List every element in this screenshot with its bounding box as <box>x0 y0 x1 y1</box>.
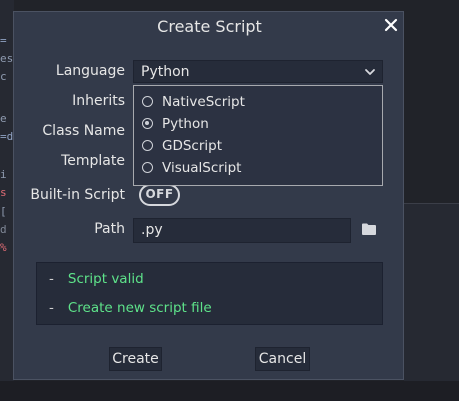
path-label: Path <box>94 221 125 237</box>
create-script-dialog: Create Script Language Python Inherits C… <box>13 11 404 380</box>
status-script-valid: - Script valid <box>49 271 144 287</box>
radio-icon <box>142 162 153 173</box>
option-label: GDScript <box>162 138 223 154</box>
template-label: Template <box>61 153 125 169</box>
close-icon[interactable] <box>381 15 401 35</box>
chevron-down-icon <box>365 69 375 75</box>
radio-icon <box>142 96 153 107</box>
language-option-python[interactable]: Python <box>142 114 209 134</box>
dialog-title: Create Script <box>157 17 262 36</box>
language-value: Python <box>141 64 190 80</box>
status-dash: - <box>49 300 54 316</box>
editor-bottom-bar <box>0 381 459 401</box>
language-label: Language <box>55 63 125 79</box>
language-option-visualscript[interactable]: VisualScript <box>142 158 241 178</box>
builtin-script-toggle[interactable]: OFF <box>139 184 180 206</box>
create-button[interactable]: Create <box>109 347 162 371</box>
builtin-script-label: Built-in Script <box>30 187 125 203</box>
cancel-button[interactable]: Cancel <box>255 347 310 371</box>
folder-icon[interactable] <box>362 223 376 235</box>
class-name-label: Class Name <box>42 123 125 139</box>
language-select[interactable]: Python <box>133 60 383 83</box>
status-text: Script valid <box>67 271 144 287</box>
status-create-file: - Create new script file <box>49 300 212 316</box>
option-label: Python <box>162 116 209 132</box>
status-text: Create new script file <box>67 300 212 316</box>
option-label: NativeScript <box>162 94 245 110</box>
language-dropdown: NativeScript Python GDScript VisualScrip… <box>133 85 383 186</box>
radio-selected-icon <box>142 118 153 129</box>
status-panel: - Script valid - Create new script file <box>36 262 383 325</box>
close-icon-glyph <box>384 18 398 32</box>
editor-gutter: = es c e =d i s [ d % <box>0 0 14 401</box>
status-dash: - <box>49 271 54 287</box>
language-option-nativescript[interactable]: NativeScript <box>142 92 245 112</box>
option-label: VisualScript <box>162 160 242 176</box>
inherits-label: Inherits <box>72 93 125 109</box>
language-option-gdscript[interactable]: GDScript <box>142 136 222 156</box>
radio-icon <box>142 140 153 151</box>
path-input[interactable]: .py <box>133 218 351 243</box>
editor-side-panel <box>404 203 459 381</box>
